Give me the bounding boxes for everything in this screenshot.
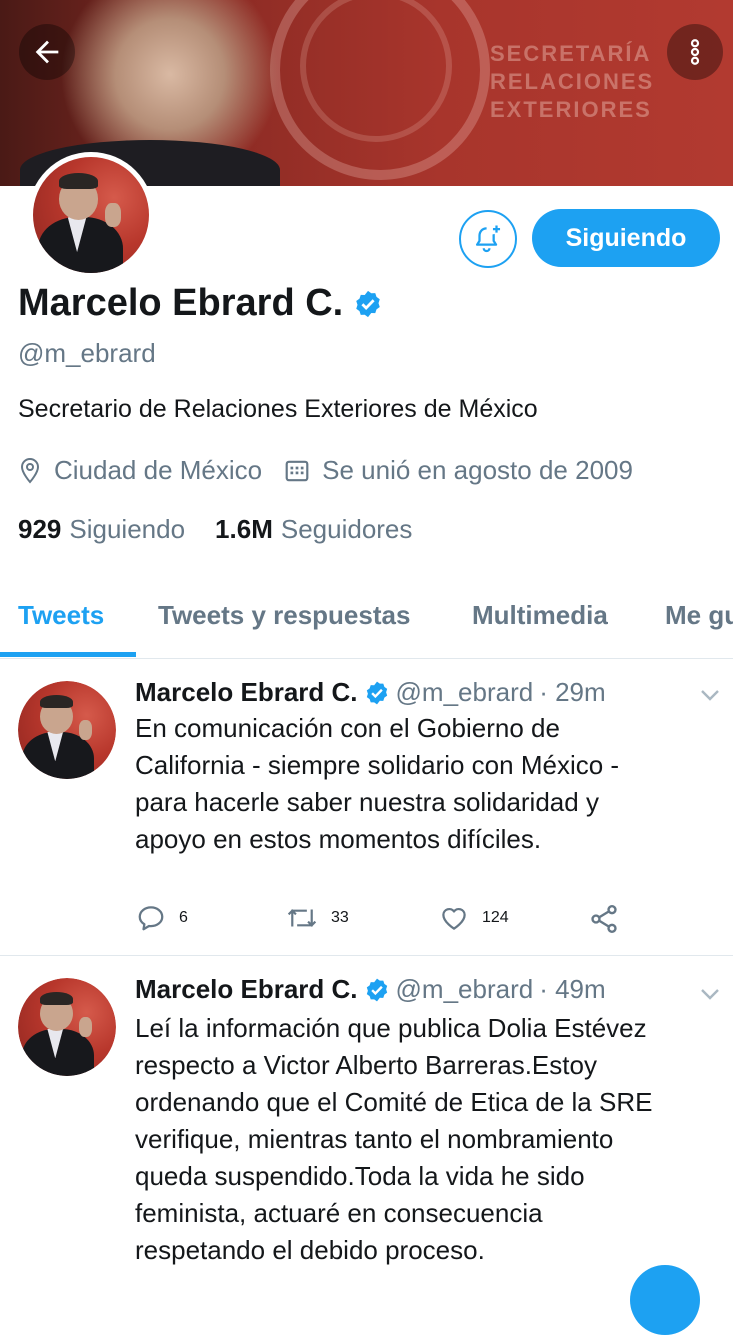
calendar-icon <box>285 460 309 481</box>
avatar-image <box>33 157 149 273</box>
tweet-avatar[interactable] <box>18 681 116 779</box>
followers-count-link[interactable]: 1.6M Seguidores <box>215 514 412 545</box>
avatar-hand <box>78 720 93 740</box>
avatar-hand <box>104 203 122 227</box>
tweet-text-line: apoyo en estos momentos difíciles. <box>135 824 542 854</box>
tweet-text-line: respecto a Victor Alberto Barreras.Estoy <box>135 1050 597 1080</box>
tweet-text-line: respetando el debido proceso. <box>135 1235 485 1265</box>
tweet-text-line: ordenando que el Comité de Etica de la S… <box>135 1087 653 1117</box>
avatar-image <box>18 978 116 1076</box>
like-count: 124 <box>482 909 509 926</box>
tweet-text: En comunicación con el Gobierno de Calif… <box>135 710 715 858</box>
retweet-button[interactable]: 33 <box>285 903 349 933</box>
profile-location: Ciudad de México <box>18 455 262 486</box>
following-button[interactable]: Siguiendo <box>532 209 720 267</box>
profile-joined: Se unió en agosto de 2009 <box>284 455 633 486</box>
bell-plus-icon <box>475 225 501 253</box>
share-button[interactable] <box>588 903 620 935</box>
verified-badge-icon <box>366 978 387 1001</box>
profile-handle: @m_ebrard <box>18 338 156 368</box>
retweet-icon <box>287 909 317 927</box>
tweet-header: Marcelo Ebrard C. @m_ebrard · 49m <box>135 974 606 1005</box>
active-tab-indicator <box>0 652 136 657</box>
profile-name-text: Marcelo Ebrard C. <box>18 282 344 324</box>
profile-name: Marcelo Ebrard C. <box>18 282 383 325</box>
profile-avatar[interactable] <box>28 152 154 278</box>
tweet-text-line: feminista, actuaré en consecuencia <box>135 1198 543 1228</box>
tweet-author-name[interactable]: Marcelo Ebrard C. <box>135 974 358 1005</box>
joined-text: Se unió en agosto de 2009 <box>322 455 633 485</box>
avatar-hand <box>78 1017 93 1037</box>
chevron-down-icon[interactable] <box>698 685 722 705</box>
followers-label: Seguidores <box>280 514 413 544</box>
tab-media[interactable]: Multimedia <box>472 600 608 631</box>
more-vertical-icon <box>690 39 700 65</box>
verified-badge-icon <box>366 681 387 704</box>
reply-count: 6 <box>179 909 188 926</box>
back-button[interactable] <box>19 24 75 80</box>
tab-likes[interactable]: Me gusta <box>665 600 733 631</box>
tweet-text-line: California - siempre solidario con Méxic… <box>135 750 620 780</box>
tweet-text-line: verifique, mientras tanto el nombramient… <box>135 1124 614 1154</box>
location-pin-icon <box>20 457 40 484</box>
profile-tabs: Tweets Tweets y respuestas Multimedia Me… <box>0 590 733 659</box>
avatar-image <box>18 681 116 779</box>
tweet-text-line: para hacerle saber nuestra solidaridad y <box>135 787 599 817</box>
tweet-avatar[interactable] <box>18 978 116 1076</box>
location-text: Ciudad de México <box>54 455 263 485</box>
tab-tweets-replies[interactable]: Tweets y respuestas <box>158 600 410 631</box>
profile-meta: Ciudad de México Se unió en agosto de 20… <box>18 455 655 486</box>
tweet-author-name[interactable]: Marcelo Ebrard C. <box>135 677 358 708</box>
banner-text-line: EXTERIORES <box>490 97 652 122</box>
back-arrow-icon <box>35 40 59 64</box>
compose-tweet-button[interactable] <box>630 1265 700 1335</box>
tweet-text-line: En comunicación con el Gobierno de <box>135 713 560 743</box>
avatar-hair <box>58 173 98 190</box>
tweet-author-handle: @m_ebrard <box>395 677 534 707</box>
tweet-timestamp: · 29m <box>539 677 606 707</box>
tweet-timestamp: · 49m <box>539 974 606 1004</box>
chevron-down-icon[interactable] <box>698 984 722 1004</box>
notifications-button[interactable] <box>459 210 517 268</box>
like-icon <box>442 907 466 930</box>
tweet-author-handle: @m_ebrard <box>395 974 534 1004</box>
avatar-hair <box>39 991 73 1006</box>
profile-bio: Secretario de Relaciones Exteriores de M… <box>18 395 538 423</box>
tweet-text-line: queda suspendido.Toda la vida he sido <box>135 1161 585 1191</box>
tab-tweets[interactable]: Tweets <box>18 600 104 631</box>
reply-button[interactable]: 6 <box>135 903 188 933</box>
tweet-text: Leí la información que publica Dolia Est… <box>135 1010 715 1269</box>
more-options-button[interactable] <box>667 24 723 80</box>
share-icon <box>591 905 617 933</box>
tweet-text-line: Leí la información que publica Dolia Est… <box>135 1013 647 1043</box>
avatar-hair <box>39 694 73 709</box>
tweet-item[interactable]: Marcelo Ebrard C. @m_ebrard · 29m En com… <box>0 659 733 956</box>
tweet-item[interactable]: Marcelo Ebrard C. @m_ebrard · 49m Leí la… <box>0 956 733 1286</box>
like-button[interactable]: 124 <box>438 903 509 933</box>
reply-icon <box>138 906 164 931</box>
retweet-count: 33 <box>331 909 349 926</box>
tweet-header: Marcelo Ebrard C. @m_ebrard · 29m <box>135 677 606 708</box>
following-count: 929 <box>18 514 62 544</box>
verified-badge-icon <box>356 290 380 317</box>
followers-count: 1.6M <box>215 514 273 544</box>
following-label: Siguiendo <box>69 514 186 544</box>
profile-counts: 929 Siguiendo 1.6M Seguidores <box>18 514 442 545</box>
following-count-link[interactable]: 929 Siguiendo <box>18 514 185 545</box>
